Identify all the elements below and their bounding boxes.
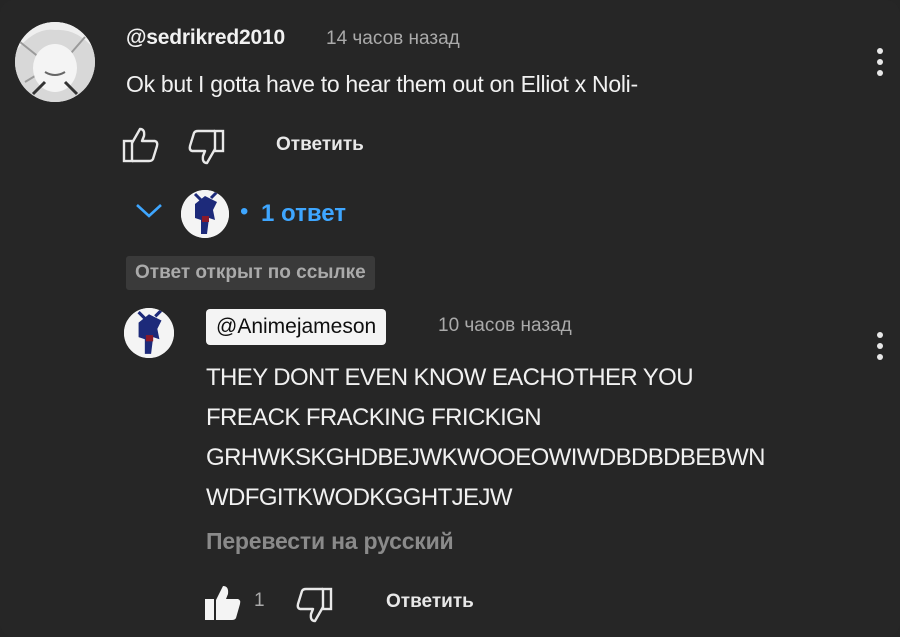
thumbs-up-filled-icon <box>205 586 241 620</box>
like-count: 1 <box>254 590 265 611</box>
comment-author[interactable]: @sedrikred2010 <box>126 26 285 50</box>
translate-link[interactable]: Перевести на русский <box>206 528 454 555</box>
comment-thread: @sedrikred2010 14 часов назад Ok but I g… <box>0 0 900 637</box>
more-icon <box>877 332 883 338</box>
comment-text: Ok but I gotta have to hear them out on … <box>126 71 638 97</box>
reply-text: THEY DONT EVEN KNOW EACHOTHER YOU FREACK… <box>206 358 846 518</box>
reply-author-badge[interactable]: @Animejameson <box>206 309 387 345</box>
like-button[interactable] <box>121 126 161 169</box>
reply-text-line: WDFGITKWODKGGHTJEJW <box>206 484 513 511</box>
linked-reply-badge: Ответ открыт по ссылке <box>126 256 375 290</box>
comment-menu-button[interactable] <box>870 44 890 80</box>
reply-text-line: THEY DONT EVEN KNOW EACHOTHER YOU <box>206 364 694 391</box>
reply-button[interactable]: Ответить <box>386 591 474 613</box>
more-icon <box>877 48 883 54</box>
dislike-button[interactable] <box>294 586 334 629</box>
reply-menu-button[interactable] <box>870 328 890 364</box>
reply-timestamp[interactable]: 10 часов назад <box>438 315 572 337</box>
reply-text-line: GRHWKSKGHDBEJWKWOOEOWIWDBDBDBEBWN <box>206 444 765 471</box>
reply-button[interactable]: Ответить <box>276 134 364 156</box>
replies-toggle[interactable]: • 1 ответ <box>135 190 365 238</box>
avatar[interactable] <box>124 308 174 358</box>
thumbs-down-icon <box>296 587 333 623</box>
toggle-separator: • <box>240 198 249 225</box>
like-button[interactable] <box>203 584 243 627</box>
avatar[interactable] <box>15 22 95 102</box>
reply-text-line: FREACK FRACKING FRICKIGN <box>206 404 542 431</box>
replies-count[interactable]: 1 ответ <box>261 200 346 228</box>
dislike-button[interactable] <box>186 128 226 171</box>
reply-author-avatar <box>181 190 229 238</box>
chevron-down-icon <box>136 204 162 218</box>
thumbs-down-icon <box>188 129 225 165</box>
comment-timestamp[interactable]: 14 часов назад <box>326 28 460 50</box>
thumbs-up-icon <box>122 127 159 163</box>
